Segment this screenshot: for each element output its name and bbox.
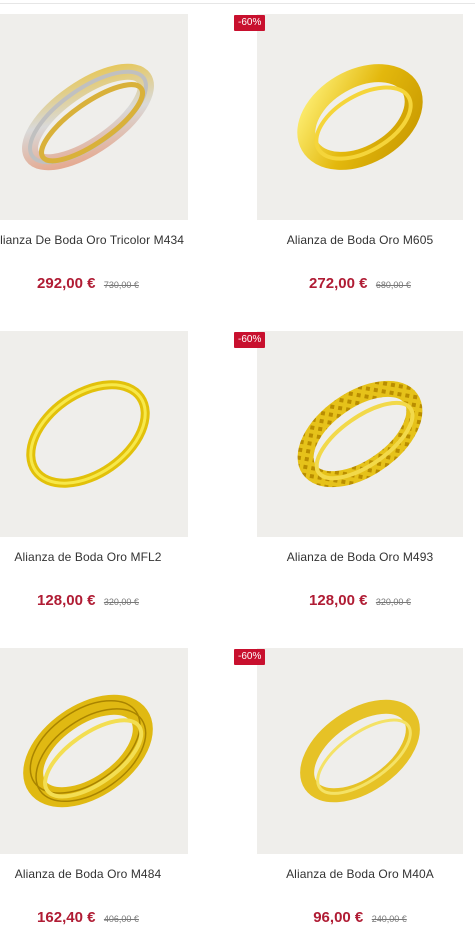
product-image[interactable] [0, 331, 188, 537]
old-price: 240,00 € [371, 914, 407, 924]
price-row: 292,00 € 730,00 € [0, 275, 188, 293]
current-price: 292,00 € [37, 275, 96, 292]
old-price: 680,00 € [375, 280, 411, 290]
discount-badge: -60% [234, 15, 266, 31]
product-card[interactable]: -60% Alianza de Boda Oro M40A 96,00 € 24… [234, 648, 463, 927]
ring-icon [297, 64, 423, 170]
discount-badge: -60% [234, 332, 266, 348]
product-image[interactable] [0, 14, 188, 220]
product-card[interactable]: Alianza de Boda Oro MFL2 128,00 € 320,00… [0, 331, 188, 610]
product-image[interactable] [257, 14, 463, 220]
product-image[interactable] [257, 331, 463, 537]
product-card[interactable]: -60% Alianza de Boda Oro M605 272,00 € 6… [234, 14, 463, 293]
product-card[interactable]: Alianza De Boda Oro Tricolor M434 292,00… [0, 14, 188, 293]
product-image[interactable] [257, 648, 463, 854]
ring-icon [297, 380, 423, 488]
old-price: 406,00 € [103, 914, 139, 924]
ring-icon [300, 699, 420, 803]
current-price: 162,40 € [37, 909, 96, 926]
price-row: 162,40 € 406,00 € [0, 909, 188, 927]
price-row: 128,00 € 320,00 € [0, 592, 188, 610]
product-name[interactable]: Alianza De Boda Oro Tricolor M434 [0, 233, 188, 247]
current-price: 272,00 € [309, 275, 368, 292]
current-price: 96,00 € [313, 909, 364, 926]
current-price: 128,00 € [309, 592, 368, 609]
ring-icon [26, 380, 150, 488]
product-name[interactable]: Alianza de Boda Oro M493 [257, 550, 463, 564]
current-price: 128,00 € [37, 592, 96, 609]
price-row: 128,00 € 320,00 € [257, 592, 463, 610]
old-price: 730,00 € [103, 280, 139, 290]
product-name[interactable]: Alianza de Boda Oro MFL2 [0, 550, 188, 564]
price-row: 272,00 € 680,00 € [257, 275, 463, 293]
ring-icon [23, 694, 153, 808]
discount-badge: -60% [234, 649, 266, 665]
product-image[interactable] [0, 648, 188, 854]
product-name[interactable]: Alianza de Boda Oro M484 [0, 867, 188, 881]
product-name[interactable]: Alianza de Boda Oro M605 [257, 233, 463, 247]
product-card[interactable]: -60% Alianza de Boda Oro M493 128,00 € 3… [234, 331, 463, 610]
product-name[interactable]: Alianza de Boda Oro M40A [257, 867, 463, 881]
price-row: 96,00 € 240,00 € [257, 909, 463, 927]
ring-icon [22, 63, 154, 171]
old-price: 320,00 € [103, 597, 139, 607]
product-card[interactable]: Alianza de Boda Oro M484 162,40 € 406,00… [0, 648, 188, 927]
old-price: 320,00 € [375, 597, 411, 607]
top-divider [0, 3, 475, 4]
